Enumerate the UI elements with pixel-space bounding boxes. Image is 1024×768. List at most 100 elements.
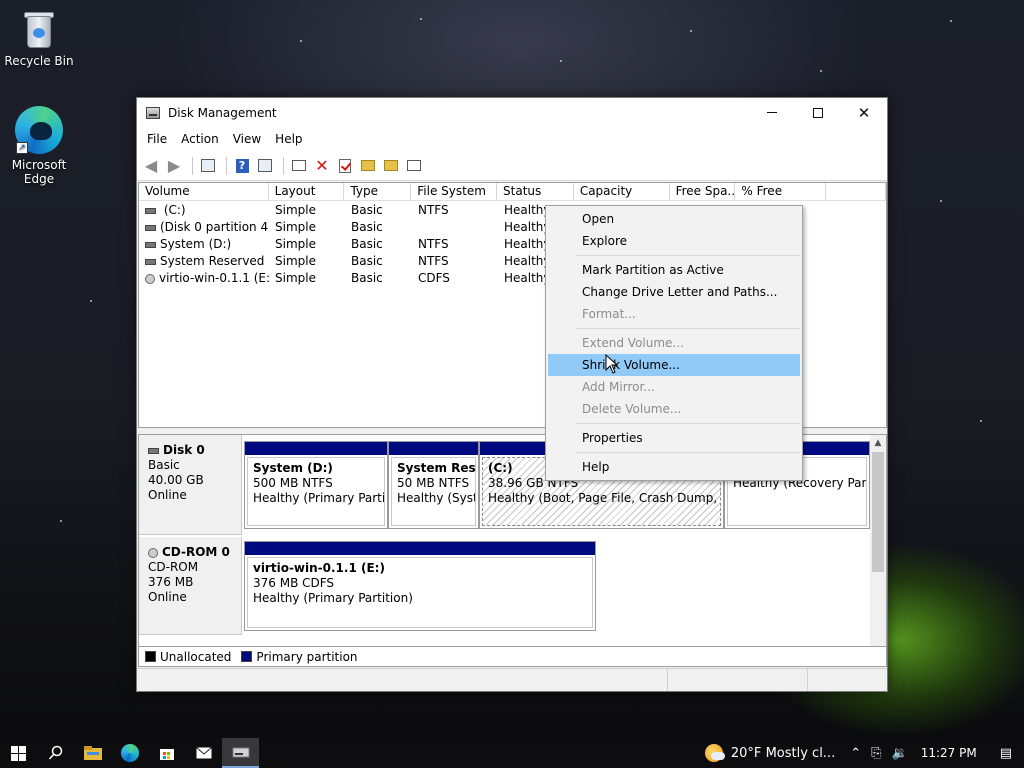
scroll-up-icon[interactable]: ▲ xyxy=(870,435,886,451)
disk-state: Online xyxy=(148,488,187,502)
partition-size: 376 MB CDFS xyxy=(253,576,335,590)
cdrom-0-label[interactable]: CD-ROM 0 CD-ROM 376 MB Online xyxy=(139,537,242,635)
recycle-bin-label: Recycle Bin xyxy=(4,54,74,68)
weather-temp: 20°F xyxy=(730,745,762,761)
store-icon[interactable] xyxy=(148,738,185,768)
column-header-empty xyxy=(826,183,886,201)
legend-label: Unallocated xyxy=(160,649,232,664)
toolbar-separator xyxy=(192,156,193,175)
menu-bar: File Action View Help xyxy=(137,127,887,151)
disk-0-label[interactable]: Disk 0 Basic 40.00 GB Online xyxy=(139,435,242,535)
volume-type: Basic xyxy=(351,220,383,234)
column-header-type[interactable]: Type xyxy=(344,183,412,201)
column-header-file-system[interactable]: File System xyxy=(411,183,498,201)
menu-item-mark-active[interactable]: Mark Partition as Active xyxy=(548,259,800,281)
legend-item: Unallocated xyxy=(145,650,231,664)
menu-help[interactable]: Help xyxy=(268,132,309,146)
menu-item-open[interactable]: Open xyxy=(548,208,800,230)
network-icon[interactable]: ⎘ xyxy=(871,746,881,761)
back-arrow-icon[interactable]: ◀ xyxy=(141,156,161,176)
partition-status: Healthy (Boot, Page File, Crash Dump, Pr… xyxy=(488,491,720,505)
disk-management-app-icon xyxy=(146,106,160,119)
maximize-button[interactable] xyxy=(795,98,841,127)
scrollbar-thumb[interactable] xyxy=(872,452,884,572)
disk-view-scrollbar[interactable]: ▲ ▼ xyxy=(870,435,886,665)
edge-label: Microsoft Edge xyxy=(11,158,67,186)
menu-item-delete-volume: Delete Volume... xyxy=(582,402,682,416)
check-icon[interactable] xyxy=(335,156,355,176)
cdrom-icon xyxy=(148,547,158,558)
show-hide-console-tree-icon[interactable] xyxy=(198,156,218,176)
menu-item-add-mirror: Add Mirror... xyxy=(582,380,655,394)
volume-icon[interactable]: 🔉 xyxy=(892,746,908,761)
volume-layout: Simple xyxy=(275,203,316,217)
column-header-percent-free[interactable]: % Free xyxy=(735,183,827,201)
mail-icon[interactable] xyxy=(185,738,222,768)
close-icon: ✕ xyxy=(857,103,871,122)
volume-name: (C:) xyxy=(160,203,186,217)
menu-item-properties[interactable]: Properties xyxy=(548,427,800,449)
file-explorer-icon[interactable] xyxy=(74,738,111,768)
edge-icon[interactable] xyxy=(111,738,148,768)
menu-separator xyxy=(576,423,800,424)
disk-management-icon[interactable] xyxy=(222,738,259,768)
column-header-free-space[interactable]: Free Spa... xyxy=(670,183,736,201)
delete-icon[interactable]: ✕ xyxy=(312,156,332,176)
partition-system-d[interactable]: System (D:) 500 MB NTFS Healthy (Primary… xyxy=(244,441,388,529)
connect-drive-icon[interactable] xyxy=(289,156,309,176)
primary-partition-swatch xyxy=(241,651,253,662)
unallocated-swatch xyxy=(145,651,156,662)
menu-item-format: Format... xyxy=(582,307,636,321)
menu-action[interactable]: Action xyxy=(174,132,226,146)
volume-type: Basic xyxy=(351,271,383,285)
minimize-button[interactable] xyxy=(749,98,795,127)
recycle-bin-shortcut[interactable]: Recycle Bin xyxy=(2,8,76,68)
weather-widget[interactable]: 20°F Mostly cl... xyxy=(704,744,835,762)
column-header-volume[interactable]: Volume xyxy=(139,183,269,201)
partition-virtio-e[interactable]: virtio-win-0.1.1 (E:) 376 MB CDFS Health… xyxy=(244,541,596,631)
help-icon[interactable]: ? xyxy=(232,156,252,176)
column-header-capacity[interactable]: Capacity xyxy=(574,183,670,201)
open-folder-icon[interactable] xyxy=(358,156,378,176)
partition-status: Healthy (Primary Partitic xyxy=(253,491,385,505)
clock[interactable]: 11:27 PM xyxy=(921,746,977,760)
volume-list-header: Volume Layout Type File System Status Ca… xyxy=(139,183,886,201)
volume-layout: Simple xyxy=(275,237,316,251)
volume-file-system: NTFS xyxy=(418,203,449,217)
cdrom-0-row: CD-ROM 0 CD-ROM 376 MB Online virtio-win… xyxy=(139,537,871,635)
console-view-icon[interactable] xyxy=(255,156,275,176)
partition-name: System Reser xyxy=(397,461,476,475)
menu-item-help[interactable]: Help xyxy=(548,456,800,478)
notifications-icon[interactable]: ▤ xyxy=(1000,746,1012,761)
column-header-status[interactable]: Status xyxy=(497,183,574,201)
menu-separator xyxy=(576,328,800,329)
menu-file[interactable]: File xyxy=(140,132,174,146)
windows-start-icon[interactable] xyxy=(0,738,37,768)
menu-item-extend-volume: Extend Volume... xyxy=(582,336,684,350)
close-button[interactable]: ✕ xyxy=(841,98,887,127)
partition-system-reserved[interactable]: System Reser 50 MB NTFS Healthy (Syste xyxy=(388,441,479,529)
toolbar-separator xyxy=(283,156,284,175)
chevron-up-icon[interactable]: ⌃ xyxy=(850,746,861,761)
drive-icon xyxy=(145,224,156,231)
partition-size: 500 MB NTFS xyxy=(253,476,333,490)
menu-view[interactable]: View xyxy=(226,132,268,146)
menu-item-shrink-volume[interactable]: Shrink Volume... xyxy=(548,354,800,376)
column-header-layout[interactable]: Layout xyxy=(269,183,345,201)
menu-item-explore[interactable]: Explore xyxy=(548,230,800,252)
title-bar[interactable]: Disk Management ✕ xyxy=(137,98,887,127)
maximize-icon xyxy=(813,107,823,118)
volume-layout: Simple xyxy=(275,254,316,268)
disk-type: Basic xyxy=(148,458,180,472)
microsoft-edge-shortcut[interactable]: ↗ Microsoft Edge xyxy=(2,106,76,186)
system-tray: 20°F Mostly cl... ⌃ ⎘ 🔉 11:27 PM ▤ xyxy=(704,738,1024,768)
disk-name: CD-ROM 0 xyxy=(162,545,230,559)
volume-type: Basic xyxy=(351,203,383,217)
primary-partition-bar xyxy=(245,542,595,555)
menu-item-change-drive-letter[interactable]: Change Drive Letter and Paths... xyxy=(548,281,800,303)
partition-name: virtio-win-0.1.1 (E:) xyxy=(253,561,385,575)
properties-icon[interactable] xyxy=(404,156,424,176)
search-folder-icon[interactable] xyxy=(381,156,401,176)
search-icon[interactable] xyxy=(37,738,74,768)
forward-arrow-icon[interactable]: ▶ xyxy=(164,156,184,176)
